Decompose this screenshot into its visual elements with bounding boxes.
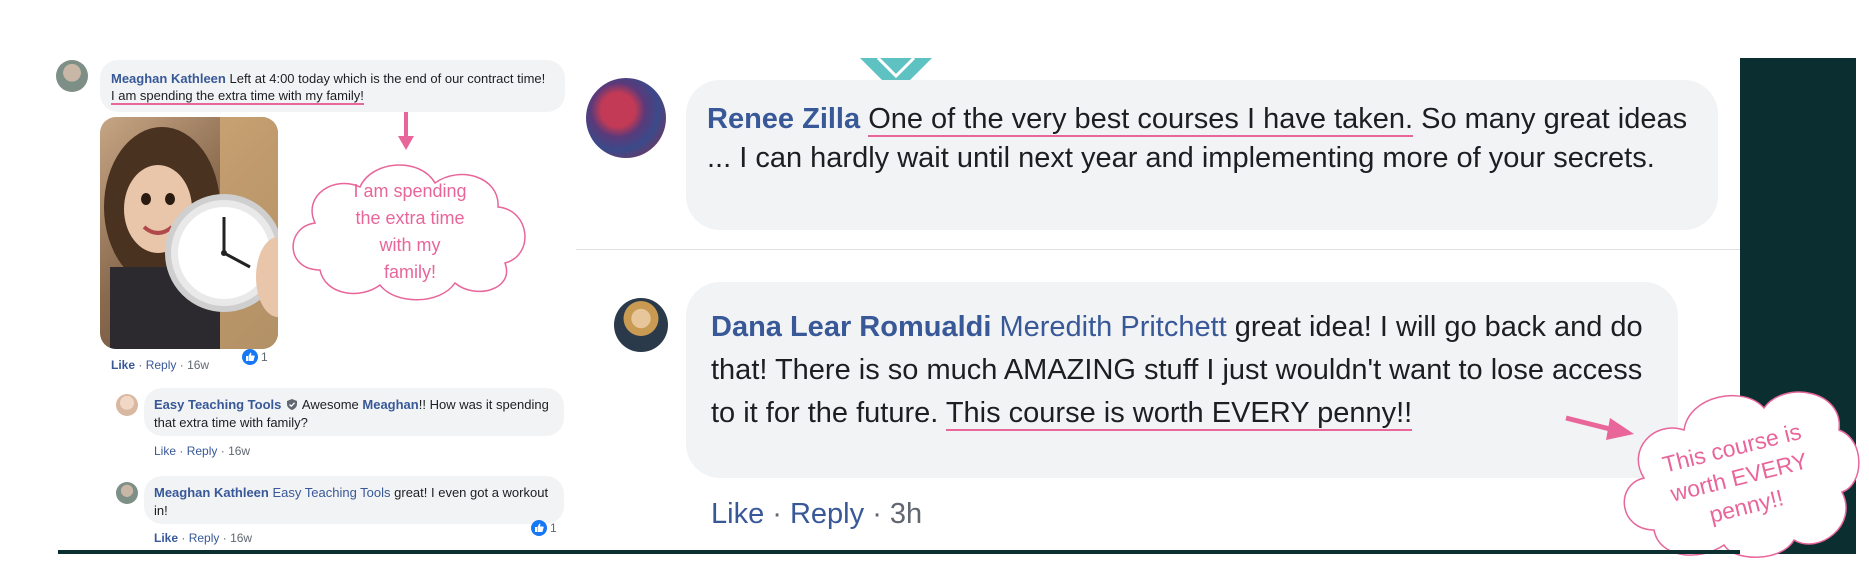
comment-author[interactable]: Renee Zilla xyxy=(707,103,860,135)
reaction-count[interactable]: 1 xyxy=(531,520,557,536)
thumbs-up-icon xyxy=(531,520,547,536)
timestamp[interactable]: 16w xyxy=(228,444,250,458)
avatar[interactable] xyxy=(116,394,138,416)
bottom-border xyxy=(58,550,1740,554)
reply-actions: Like · Reply · 16w xyxy=(154,531,253,545)
comment-body: Left at 4:00 today which is the end of o… xyxy=(229,71,546,86)
mention-link[interactable]: Meredith Pritchett xyxy=(999,311,1226,343)
like-link[interactable]: Like xyxy=(111,358,135,372)
photo-illustration xyxy=(104,117,278,349)
timestamp[interactable]: 3h xyxy=(890,498,922,530)
like-link[interactable]: Like xyxy=(711,498,764,530)
reply-link[interactable]: Reply xyxy=(189,531,220,545)
comment-highlight: I am spending the extra time with my fam… xyxy=(111,88,364,105)
reply-link[interactable]: Reply xyxy=(146,358,177,372)
reply-text: Meaghan Kathleen Easy Teaching Tools gre… xyxy=(154,485,549,518)
arrow-down-icon xyxy=(398,112,414,150)
comment-highlight: This course is worth EVERY penny!! xyxy=(945,397,1413,431)
timestamp[interactable]: 16w xyxy=(187,358,209,372)
reply-author[interactable]: Meaghan Kathleen xyxy=(154,485,269,500)
reply-link[interactable]: Reply xyxy=(790,498,864,530)
avatar[interactable] xyxy=(56,60,88,92)
reply-text: Easy Teaching Tools Awesome Meaghan!! Ho… xyxy=(154,397,549,430)
comment-actions: Like · Reply · 16w xyxy=(111,358,210,372)
verified-shield-icon xyxy=(287,397,298,410)
like-link[interactable]: Like xyxy=(154,531,178,545)
thumbs-up-icon xyxy=(242,349,258,365)
reaction-count[interactable]: 1 xyxy=(242,349,268,365)
comment-author[interactable]: Dana Lear Romualdi xyxy=(711,311,991,343)
mention-link[interactable]: Easy Teaching Tools xyxy=(272,485,390,500)
mention-link[interactable]: Meaghan xyxy=(362,397,418,412)
comment-author[interactable]: Meaghan Kathleen xyxy=(111,71,226,86)
reply-link[interactable]: Reply xyxy=(187,444,218,458)
divider xyxy=(576,249,1740,250)
comment-actions: Like · Reply · 3h xyxy=(711,498,923,530)
like-link[interactable]: Like xyxy=(154,444,176,458)
cloud-text: I am spending the extra time with my fam… xyxy=(353,181,467,282)
reply-actions: Like · Reply · 16w xyxy=(154,444,251,458)
comment-text: Dana Lear Romualdi Meredith Pritchett gr… xyxy=(711,306,1671,435)
avatar[interactable] xyxy=(586,78,666,158)
avatar[interactable] xyxy=(116,482,138,504)
comment-highlight: One of the very best courses I have take… xyxy=(868,103,1414,137)
timestamp[interactable]: 16w xyxy=(230,531,252,545)
reply-author[interactable]: Easy Teaching Tools xyxy=(154,397,281,412)
comment-text: Meaghan Kathleen Left at 4:00 today whic… xyxy=(111,70,551,105)
avatar[interactable] xyxy=(614,298,668,352)
comment-text: Renee Zilla One of the very best courses… xyxy=(707,100,1707,178)
comment-photo[interactable] xyxy=(100,117,278,349)
